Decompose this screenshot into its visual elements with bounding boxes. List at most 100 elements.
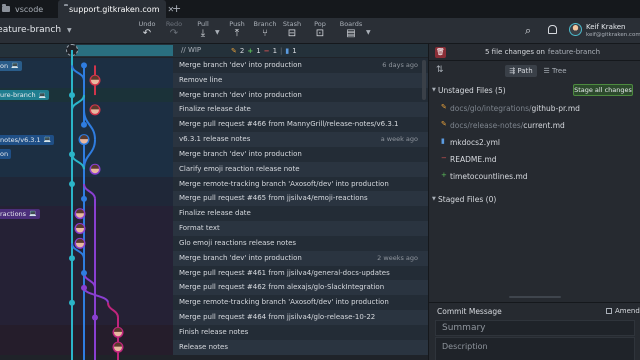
commit-message: Merge pull request #461 from jjsilva4/ge…	[179, 268, 390, 277]
branch-ref[interactable]: ractions 💻	[0, 208, 40, 219]
unstaged-file-row[interactable]: ▮ mkdocs2.yml	[429, 134, 640, 150]
notification-bell-icon[interactable]	[548, 25, 557, 34]
commit-message: Merge pull request #466 from MannyGrill/…	[179, 120, 399, 129]
branch-ref[interactable]: ure-branch 💻	[0, 90, 50, 101]
redo-button[interactable]: Redo ↷	[159, 20, 189, 42]
stash-button[interactable]: Stash ⊟	[277, 20, 307, 42]
merge-dot	[81, 195, 87, 202]
user-email: keif@gitkraken.com	[586, 32, 640, 38]
file-changes-title: 5 file changes on feature-branch	[485, 48, 601, 56]
merge-dot	[81, 270, 87, 277]
tab-vscode[interactable]: vscode	[0, 0, 50, 18]
undo-icon: ↶	[142, 28, 152, 39]
branch-ref-label: ure-branch	[0, 91, 36, 100]
file-name: README.md	[450, 155, 497, 164]
commit-avatar	[89, 163, 101, 175]
branch-ref-label: notes/v6.3.1	[0, 135, 41, 144]
pop-button[interactable]: Pop ⊡	[305, 20, 335, 42]
stage-all-button[interactable]: Stage all changes	[573, 84, 633, 96]
commit-avatar	[74, 223, 86, 235]
redo-icon: ↷	[169, 28, 179, 39]
branch-button[interactable]: Branch ⑂	[250, 20, 280, 42]
commit-message: Merge branch 'dev' into production	[179, 61, 302, 69]
commit-message: Merge branch 'dev' into production	[179, 253, 302, 262]
branch-ref[interactable]: on	[0, 149, 12, 160]
commit-message: Finalize release date	[179, 209, 251, 218]
search-icon[interactable]: ⌕	[525, 24, 531, 38]
add-tab-icon[interactable]: +	[172, 2, 181, 15]
wip-stats: ✎ 2 + 1 − 1 | ▮ 1	[231, 46, 297, 55]
commit-message: Merge pull request #465 from jjsilva4/em…	[179, 194, 368, 203]
tree-view-button[interactable]: ☰ Tree	[539, 65, 571, 77]
tab-support-gitkraken[interactable]: support.gitkraken.com ✕	[58, 0, 174, 18]
file-changes-panel: 🗑 5 file changes on feature-branch ⇅ ⇶ Pa…	[428, 44, 640, 360]
commit-message: Remove line	[179, 75, 223, 84]
file-name: current.md	[523, 121, 565, 130]
current-branch-label: feature-branch	[0, 25, 62, 35]
path-view-button[interactable]: ⇶ Path	[505, 65, 537, 77]
sort-icon[interactable]: ⇅	[436, 65, 444, 75]
commit-time: a week ago	[380, 135, 418, 144]
commit-time: 6 days ago	[382, 61, 418, 69]
panel-branch: feature-branch	[547, 48, 601, 56]
merge-dot	[69, 151, 75, 158]
commit-message: Release notes	[179, 342, 228, 351]
chevron-down-icon: ▼	[432, 196, 436, 202]
tab-label: support.gitkraken.com	[69, 4, 160, 14]
discard-trash-icon[interactable]: 🗑	[435, 47, 446, 58]
staged-label: Staged Files (0)	[438, 195, 497, 204]
merge-dot	[69, 299, 75, 306]
user-info[interactable]: Keif Kraken keif@gitkraken.com	[586, 23, 640, 39]
description-input[interactable]: Description	[435, 337, 635, 360]
commit-message: Format text	[179, 224, 220, 233]
unstaged-file-row[interactable]: ✎ docs/release-notes/current.md	[429, 117, 640, 133]
boards-button[interactable]: Boards ▤	[336, 20, 366, 42]
boards-options-chevron-icon[interactable]: ▼	[366, 29, 371, 36]
avatar[interactable]	[569, 23, 582, 36]
resize-handle[interactable]	[509, 296, 561, 298]
merge-dot	[81, 62, 87, 69]
current-branch-selector[interactable]: feature-branch ▼	[0, 25, 72, 35]
pull-options-chevron-icon[interactable]: ▼	[215, 29, 220, 36]
commit-graph[interactable]: // WIP ✎ 2 + 1 − 1 | ▮ 1 Merge branch 'd…	[0, 44, 428, 360]
wip-file-count: 1	[292, 46, 297, 55]
commit-message: Finish release notes	[179, 327, 249, 336]
view-toggle: ⇅ ⇶ Path ☰ Tree	[429, 62, 640, 80]
panel-header: 🗑 5 file changes on feature-branch	[429, 44, 640, 61]
pencil-icon: ✎	[441, 103, 447, 111]
amend-checkbox[interactable]	[606, 308, 612, 314]
commit-message: Clarify emoji reaction release note	[179, 164, 300, 173]
file-name: github-pr.md	[531, 104, 580, 113]
pull-button[interactable]: Pull ⤓	[188, 20, 218, 42]
wip-label: // WIP	[181, 46, 202, 54]
staged-section-header[interactable]: ▼ Staged Files (0)	[429, 192, 640, 206]
wip-added-count: 1	[256, 46, 261, 55]
branch-icon: ⑂	[262, 28, 268, 39]
unstaged-file-row[interactable]: + timetocountlines.md	[429, 168, 640, 184]
unstaged-section-header[interactable]: ▼ Unstaged Files (5) Stage all changes	[429, 83, 640, 97]
computer-icon: 💻	[38, 91, 47, 99]
merge-dot	[81, 284, 87, 291]
commit-message-title: Commit Message	[437, 307, 502, 316]
tree-icon: ☰	[543, 67, 552, 75]
commit-message: v6.3.1 release notes	[179, 135, 251, 144]
push-button[interactable]: Push ⤒	[222, 20, 252, 42]
commit-avatar	[78, 134, 90, 146]
branch-ref[interactable]: notes/v6.3.1 💻	[0, 134, 55, 145]
boards-icon: ▤	[346, 28, 356, 39]
branch-ref[interactable]: on 💻	[0, 60, 22, 71]
commit-message: Merge remote-tracking branch 'Axosoft/de…	[179, 298, 389, 307]
chevron-down-icon: ▼	[432, 87, 436, 93]
graph-scrollbar[interactable]	[422, 60, 426, 100]
pencil-icon: ✎	[441, 120, 447, 128]
merge-dot	[69, 92, 75, 99]
file-icon: ▮	[285, 46, 290, 55]
branch-ref-label: ractions	[0, 209, 27, 218]
unstaged-file-row[interactable]: ✎ docs/glo/integrations/github-pr.md	[429, 100, 640, 116]
merge-dot	[92, 314, 98, 321]
undo-button[interactable]: Undo ↶	[132, 20, 162, 42]
unstaged-file-row[interactable]: − README.md	[429, 151, 640, 167]
summary-input[interactable]: Summary	[435, 320, 635, 336]
computer-icon: 💻	[43, 136, 52, 144]
commit-avatar	[74, 208, 86, 220]
